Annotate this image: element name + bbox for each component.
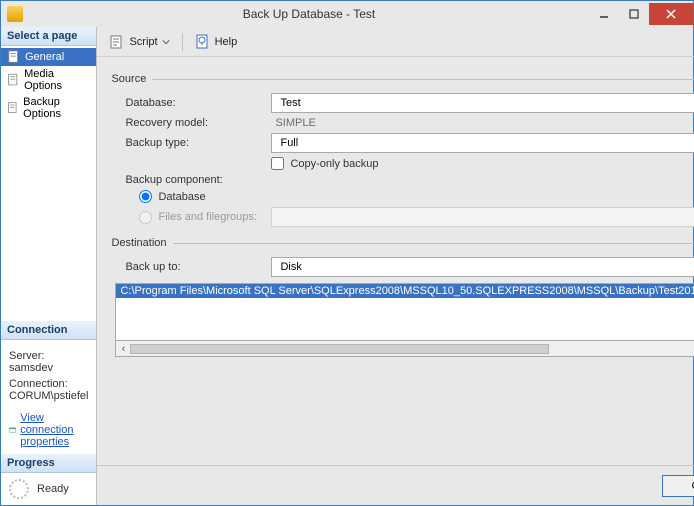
connection-heading: Connection xyxy=(1,321,96,340)
backup-component-label: Backup component: xyxy=(111,174,271,186)
component-files-label: Files and filegroups: xyxy=(158,211,256,223)
connection-value: CORUM\pstiefel xyxy=(9,390,88,402)
script-label: Script xyxy=(129,36,157,48)
sidebar-item-label: General xyxy=(25,51,64,63)
sidebar-item-backup-options[interactable]: Backup Options xyxy=(1,94,96,122)
page-icon xyxy=(7,50,21,64)
chevron-down-icon xyxy=(162,38,170,46)
progress-ring-icon xyxy=(9,479,29,499)
backup-to-select[interactable]: Disk xyxy=(271,257,694,277)
recovery-model-label: Recovery model: xyxy=(111,117,271,129)
link-label: View connection properties xyxy=(20,412,88,448)
help-label: Help xyxy=(215,36,238,48)
maximize-button[interactable] xyxy=(619,3,649,25)
connection-panel: Server: samsdev Connection: CORUM\pstief… xyxy=(1,340,96,454)
horizontal-scrollbar[interactable]: ‹ › xyxy=(115,341,694,357)
backup-to-label: Back up to: xyxy=(111,261,271,273)
toolbar-divider xyxy=(182,33,183,51)
help-icon xyxy=(195,34,211,50)
sidebar-item-general[interactable]: General xyxy=(1,48,96,66)
dialog-footer: OK Cancel xyxy=(97,465,694,505)
view-connection-properties-link[interactable]: View connection properties xyxy=(9,412,88,448)
database-select[interactable]: Test xyxy=(271,93,694,113)
progress-panel: Ready xyxy=(1,473,96,505)
toolbar: Script Help xyxy=(97,27,694,57)
destination-group: Destination xyxy=(111,237,694,249)
properties-icon xyxy=(9,423,16,437)
source-group: Source xyxy=(111,73,694,85)
component-database-label: Database xyxy=(158,191,205,203)
database-label: Database: xyxy=(111,97,271,109)
minimize-button[interactable] xyxy=(589,3,619,25)
server-value: samsdev xyxy=(9,362,88,374)
component-files-radio xyxy=(139,211,152,224)
destination-title: Destination xyxy=(111,237,166,249)
window-title: Back Up Database - Test xyxy=(29,7,589,21)
sidebar-item-label: Backup Options xyxy=(23,96,90,120)
server-label: Server: xyxy=(9,350,88,362)
progress-status: Ready xyxy=(37,483,69,495)
ok-button[interactable]: OK xyxy=(662,475,694,497)
recovery-model-value: SIMPLE xyxy=(271,117,315,129)
progress-heading: Progress xyxy=(1,454,96,473)
scrollbar-thumb[interactable] xyxy=(130,344,549,354)
copy-only-checkbox[interactable] xyxy=(271,157,284,170)
sidebar-item-media-options[interactable]: Media Options xyxy=(1,66,96,94)
copy-only-label: Copy-only backup xyxy=(290,158,378,170)
source-title: Source xyxy=(111,73,146,85)
script-icon xyxy=(109,34,125,50)
destination-list[interactable]: C:\Program Files\Microsoft SQL Server\SQ… xyxy=(115,283,694,341)
backup-type-label: Backup type: xyxy=(111,137,271,149)
page-icon xyxy=(7,73,20,87)
title-bar: Back Up Database - Test xyxy=(1,1,693,27)
form-area: Source Database: Test Recovery model: SI… xyxy=(97,57,694,465)
scroll-left-icon[interactable]: ‹ xyxy=(116,342,130,356)
destination-list-item[interactable]: C:\Program Files\Microsoft SQL Server\SQ… xyxy=(116,284,694,298)
filegroups-input xyxy=(271,207,694,227)
sidebar: Select a page General Media Options Back… xyxy=(1,27,97,505)
select-page-heading: Select a page xyxy=(1,27,96,46)
page-icon xyxy=(7,101,19,115)
script-button[interactable]: Script xyxy=(105,32,173,52)
connection-label: Connection: xyxy=(9,378,88,390)
close-button[interactable] xyxy=(649,3,693,25)
app-icon xyxy=(7,6,23,22)
backup-type-select[interactable]: Full xyxy=(271,133,694,153)
help-button[interactable]: Help xyxy=(191,32,242,52)
sidebar-item-label: Media Options xyxy=(24,68,90,92)
component-database-radio[interactable] xyxy=(139,190,152,203)
